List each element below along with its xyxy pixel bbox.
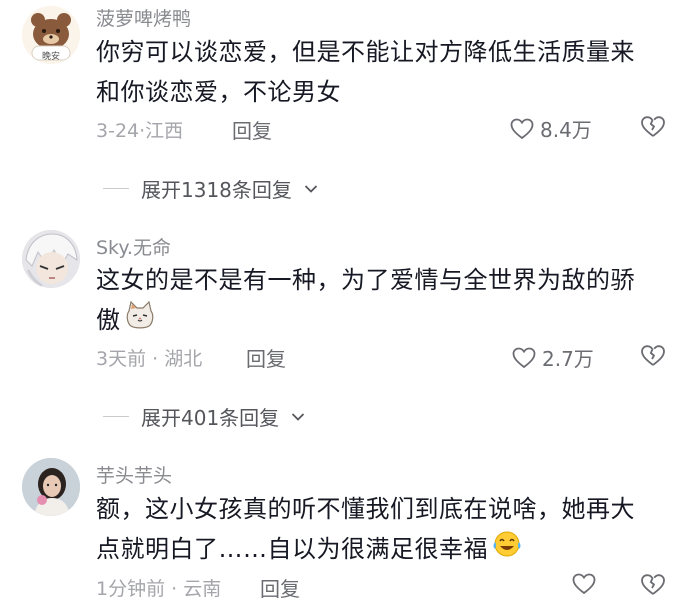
chevron-down-icon: [292, 412, 305, 421]
comment-username[interactable]: 菠萝啤烤鸭: [96, 4, 191, 31]
cat-face-icon: [125, 300, 155, 341]
anime-avatar-icon: [22, 230, 80, 288]
comment-date: 1分钟前: [96, 578, 166, 600]
comment-meta: 3天前 · 湖北: [96, 348, 203, 370]
reply-button[interactable]: 回复: [246, 343, 286, 372]
comment-username[interactable]: Sky.无命: [96, 233, 171, 260]
expand-replies-label: 展开1318条回复: [141, 178, 292, 202]
comment-text-line: 你穷可以谈恋爱，但是不能让对方降低生活质量来: [96, 38, 635, 66]
reply-button[interactable]: 回复: [260, 573, 300, 602]
like-button[interactable]: [572, 573, 596, 595]
comment-text-line: 这女的是不是有一种，为了爱情与全世界为敌的骄: [96, 266, 635, 294]
avatar[interactable]: 晚安: [22, 6, 80, 64]
comment-text-line-with-emoji: 傲: [96, 300, 666, 341]
comment-text-line: 和你谈恋爱，不论男女: [96, 78, 341, 106]
heart-icon: [510, 118, 534, 139]
comment-text: 额，这小女孩真的听不懂我们到底在说啥，她再大 点就明白了……自以为很满足很幸福: [96, 489, 666, 570]
like-button[interactable]: 2.7万: [512, 343, 594, 372]
portrait-avatar-icon: [22, 458, 80, 516]
like-button[interactable]: 8.4万: [510, 114, 592, 143]
expand-replies-button[interactable]: 展开1318条回复: [103, 174, 318, 203]
comment-username[interactable]: 芋头芋头: [96, 461, 172, 488]
comment-text-line-with-emoji: 点就明白了……自以为很满足很幸福: [96, 529, 666, 570]
comment-text: 你穷可以谈恋爱，但是不能让对方降低生活质量来 和你谈恋爱，不论男女: [96, 32, 666, 112]
expand-replies-label: 展开401条回复: [141, 406, 280, 430]
comment-date: 3-24: [96, 120, 140, 142]
comment-location: 云南: [183, 578, 222, 600]
comment-meta: 1分钟前 · 云南: [96, 578, 222, 600]
comment-meta: 3-24·江西: [96, 120, 184, 142]
reply-button[interactable]: 回复: [232, 115, 272, 144]
broken-heart-icon: [641, 574, 665, 595]
expand-replies-button[interactable]: 展开401条回复: [103, 402, 305, 431]
comment-location: 江西: [145, 120, 184, 142]
like-count: 8.4万: [540, 118, 592, 142]
dislike-button[interactable]: [640, 344, 666, 372]
like-count: 2.7万: [542, 347, 594, 371]
heart-icon: [512, 347, 536, 368]
divider-line: [103, 188, 129, 189]
chevron-down-icon: [304, 184, 318, 193]
broken-heart-icon: [641, 345, 665, 366]
avatar[interactable]: [22, 230, 80, 288]
comment-text: 这女的是不是有一种，为了爱情与全世界为敌的骄 傲: [96, 260, 666, 341]
avatar[interactable]: [22, 458, 80, 516]
comment-text-line: 额，这小女孩真的听不懂我们到底在说啥，她再大: [96, 495, 635, 523]
divider-line: [103, 416, 129, 417]
dislike-button[interactable]: [640, 115, 666, 143]
comment-location: 湖北: [164, 348, 203, 370]
broken-heart-icon: [641, 116, 665, 137]
comment-text-line: 点就明白了……自以为很满足很幸福: [96, 535, 488, 563]
comment-date: 3天前: [96, 348, 147, 370]
dislike-button[interactable]: [640, 573, 666, 601]
avatar-badge: 晚安: [41, 52, 60, 62]
heart-icon: [572, 573, 596, 595]
comment-text-line: 傲: [96, 306, 121, 334]
laughing-tears-icon: [492, 530, 522, 570]
